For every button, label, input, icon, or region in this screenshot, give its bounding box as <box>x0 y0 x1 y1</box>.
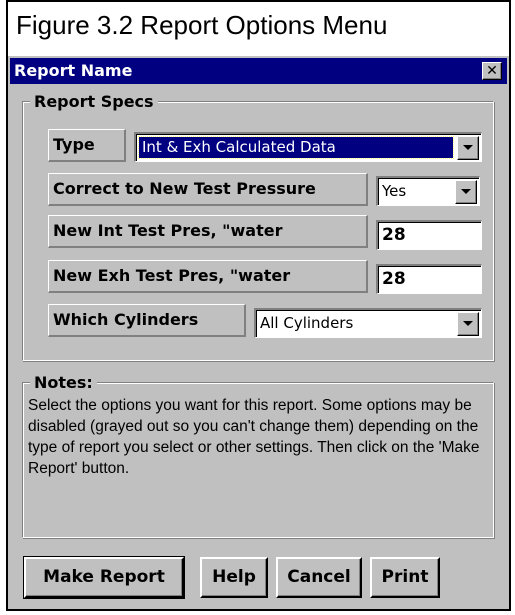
figure-caption: Figure 3.2 Report Options Menu <box>8 2 509 56</box>
cylinders-select[interactable]: All Cylinders <box>254 308 482 338</box>
make-report-button[interactable]: Make Report <box>23 556 185 599</box>
type-label: Type <box>48 129 126 162</box>
correct-pressure-label: Correct to New Test Pressure <box>48 173 368 206</box>
dialog-title: Report Name <box>14 61 133 80</box>
dialog-titlebar: Report Name ✕ <box>10 58 507 84</box>
new-int-pres-label: New Int Test Pres, "water <box>48 215 368 248</box>
new-exh-pres-label: New Exh Test Pres, "water <box>48 260 368 293</box>
figure-frame: Figure 3.2 Report Options Menu Report Na… <box>6 0 511 611</box>
print-button[interactable]: Print <box>370 557 440 598</box>
new-int-pres-input[interactable]: 28 <box>376 220 482 250</box>
chevron-down-icon[interactable] <box>455 180 477 204</box>
correct-pressure-select[interactable]: Yes <box>376 176 480 206</box>
help-button[interactable]: Help <box>200 557 268 598</box>
new-exh-pres-input[interactable]: 28 <box>376 264 482 294</box>
type-select[interactable]: Int & Exh Calculated Data <box>134 132 482 162</box>
close-icon[interactable]: ✕ <box>482 62 502 80</box>
correct-pressure-value: Yes <box>382 182 407 200</box>
cylinders-label: Which Cylinders <box>48 304 246 337</box>
chevron-down-icon[interactable] <box>457 312 479 336</box>
type-select-value: Int & Exh Calculated Data <box>138 136 454 159</box>
notes-text: Select the options you want for this rep… <box>28 397 480 477</box>
chevron-down-icon[interactable] <box>457 136 479 160</box>
report-specs-legend: Report Specs <box>30 93 158 111</box>
cylinders-value: All Cylinders <box>260 314 354 332</box>
cancel-button[interactable]: Cancel <box>276 557 362 598</box>
notes-legend: Notes: <box>30 374 97 392</box>
